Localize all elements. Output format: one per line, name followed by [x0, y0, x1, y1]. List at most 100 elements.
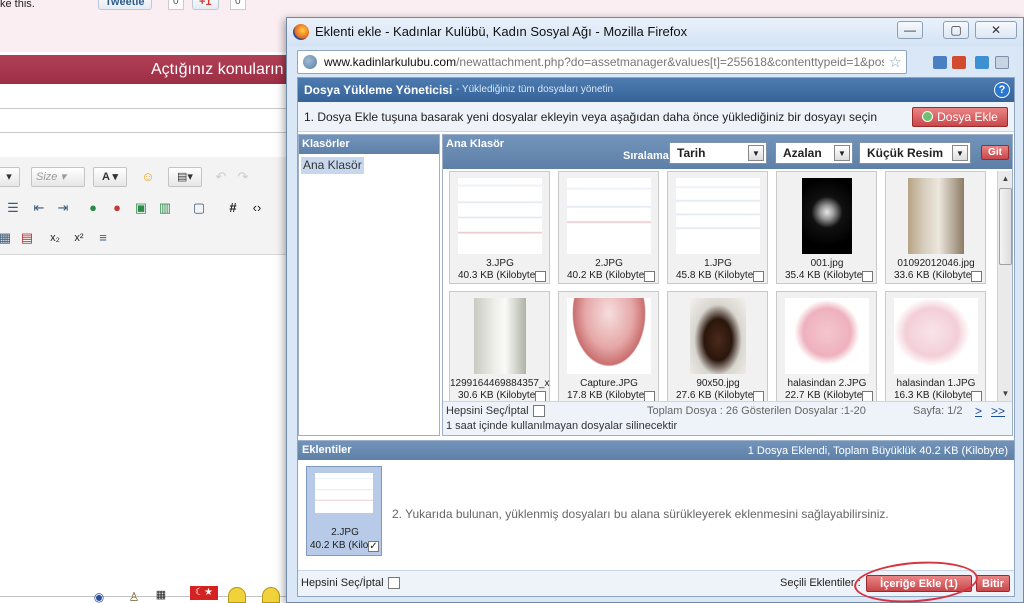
smiley-icon[interactable] — [262, 587, 280, 603]
smiley-icon[interactable]: ☺ — [139, 168, 157, 186]
addon-skype-icon[interactable] — [975, 56, 989, 69]
paste-button[interactable]: ▤▾ — [168, 167, 202, 187]
unlink-icon[interactable]: ● — [108, 199, 126, 217]
superscript-icon[interactable]: x² — [70, 229, 88, 247]
gplus-button[interactable]: +1 — [192, 0, 219, 10]
scrollbar-thumb[interactable] — [999, 188, 1012, 265]
file-checkbox[interactable] — [862, 271, 873, 282]
file-checkbox[interactable] — [535, 271, 546, 282]
bullet-list-icon[interactable]: ☰ — [4, 199, 22, 217]
file-name: 1.JPG — [704, 258, 732, 269]
file-checkbox[interactable] — [753, 271, 764, 282]
turkish-flag-icon[interactable]: ☾★ — [190, 586, 218, 600]
smiley-icon[interactable]: ◉ — [90, 588, 108, 603]
sort-field-value: Tarih — [677, 146, 706, 160]
selected-attachments-label: Seçili Eklentiler : — [780, 577, 861, 589]
file-totals: Toplam Dosya : 26 Gösterilen Dosyalar :1… — [647, 405, 866, 417]
paragraph-icon[interactable]: ≡ — [94, 229, 112, 247]
folders-panel: Klasörler Ana Klasör — [298, 134, 440, 436]
file-tile[interactable]: Capture.JPG 17.8 KB (Kilobyte — [558, 291, 659, 404]
attachment-icon[interactable]: ▤ — [18, 229, 36, 247]
url-text[interactable]: www.kadinlarkulubu.com/newattachment.php… — [324, 55, 884, 69]
file-name: halasindan 1.JPG — [896, 378, 976, 389]
file-grid-scrollbar[interactable]: ▲ ▼ — [997, 171, 1012, 401]
attached-file-checkbox[interactable]: ✓ — [368, 541, 379, 552]
file-size: 22.7 KB (Kilobyte — [785, 390, 863, 401]
file-size: 30.6 KB (Kilobyte — [458, 390, 536, 401]
quote-icon[interactable]: ▢ — [190, 199, 208, 217]
file-size: 35.4 KB (Kilobyte — [785, 270, 863, 281]
manager-subtitle: - Yüklediğiniz tüm dosyaları yönetin — [456, 84, 614, 95]
like-text: ke this. — [0, 0, 35, 10]
minimize-button[interactable]: — — [897, 21, 923, 39]
smiley-icon[interactable]: ♙ — [125, 588, 143, 603]
window-titlebar[interactable]: Eklenti ekle - Kadınlar Kulübü, Kadın So… — [287, 18, 1023, 46]
addon-window-icon[interactable] — [995, 56, 1009, 69]
gplus-label: +1 — [199, 0, 212, 8]
file-size: 45.8 KB (Kilobyte — [676, 270, 754, 281]
url-bar[interactable]: www.kadinlarkulubu.com/newattachment.php… — [297, 50, 907, 74]
smiley-icon[interactable]: ▦ — [152, 586, 170, 603]
file-grid: 3.JPG 40.3 KB (Kilobyte 2.JPG 40.2 KB (K… — [445, 171, 991, 404]
go-button[interactable]: Git — [981, 145, 1009, 160]
font-color-button[interactable]: A ▾ — [93, 167, 127, 187]
add-file-button[interactable]: Dosya Ekle — [912, 107, 1008, 127]
view-mode-select[interactable]: Küçük Resim ▼ — [859, 142, 971, 164]
table-icon[interactable]: ▦ — [0, 229, 14, 247]
file-tile[interactable]: halasindan 2.JPG 22.7 KB (Kilobyte — [776, 291, 877, 404]
sort-order-select[interactable]: Azalan ▼ — [775, 142, 853, 164]
file-checkbox[interactable] — [644, 271, 655, 282]
smiley-icon[interactable] — [228, 587, 246, 603]
select-all-checkbox[interactable] — [533, 405, 545, 417]
outdent-icon[interactable]: ⇤ — [30, 199, 48, 217]
file-tile[interactable]: halasindan 1.JPG 16.3 KB (Kilobyte — [885, 291, 986, 404]
help-icon[interactable]: ? — [994, 82, 1010, 98]
annotation-circle — [852, 557, 980, 603]
folders-header: Klasörler — [299, 135, 439, 154]
video-icon[interactable]: ▥ — [156, 199, 174, 217]
scroll-down-icon[interactable]: ▼ — [999, 387, 1012, 400]
bookmark-star-icon[interactable]: ☆ — [889, 53, 902, 71]
image-icon[interactable]: ▣ — [132, 199, 150, 217]
size-dropdown[interactable]: Size ▾ — [31, 167, 85, 187]
addon-office-icon[interactable] — [952, 56, 966, 69]
file-tile[interactable]: 1299164469884357_x.j 30.6 KB (Kilobyte — [449, 291, 550, 404]
file-size: 40.2 KB (Kilobyte — [567, 270, 645, 281]
finish-button[interactable]: Bitir — [976, 575, 1010, 592]
file-thumbnail — [908, 178, 964, 254]
attachments-title: Eklentiler — [302, 444, 352, 456]
background-header-title: Açtığınız konuların — [151, 61, 284, 78]
subscript-icon[interactable]: x₂ — [46, 229, 64, 247]
scroll-up-icon[interactable]: ▲ — [999, 172, 1012, 185]
instruction-bar: 1. Dosya Ekle tuşuna basarak yeni dosyal… — [298, 102, 1014, 132]
sort-order-value: Azalan — [783, 146, 822, 160]
link-icon[interactable]: ● — [84, 199, 102, 217]
files-panel-title: Ana Klasör — [446, 138, 505, 150]
file-thumbnail — [894, 298, 978, 374]
hash-icon[interactable]: # — [224, 199, 242, 217]
close-window-button[interactable]: ✕ — [975, 21, 1017, 39]
undo-icon[interactable]: ↶ — [212, 168, 230, 186]
file-checkbox[interactable] — [971, 271, 982, 282]
file-tile[interactable]: 2.JPG 40.2 KB (Kilobyte — [558, 171, 659, 284]
next-page-link[interactable]: > — [975, 404, 982, 418]
redo-icon[interactable]: ↷ — [234, 168, 252, 186]
file-tile[interactable]: 01092012046.jpg 33.6 KB (Kilobyte — [885, 171, 986, 284]
folder-item-main[interactable]: Ana Klasör — [301, 157, 364, 174]
attachments-select-all-checkbox[interactable] — [388, 577, 400, 589]
file-tile[interactable]: 90x50.jpg 27.6 KB (Kilobyte — [667, 291, 768, 404]
file-thumbnail — [567, 298, 651, 374]
addon-mail-icon[interactable] — [933, 56, 947, 69]
tweet-button[interactable]: Tweetle — [98, 0, 152, 10]
file-tile[interactable]: 001.jpg 35.4 KB (Kilobyte — [776, 171, 877, 284]
file-tile[interactable]: 1.JPG 45.8 KB (Kilobyte — [667, 171, 768, 284]
last-page-link[interactable]: >> — [991, 404, 1005, 418]
indent-icon[interactable]: ⇥ — [54, 199, 72, 217]
attached-file-tile[interactable]: 2.JPG 40.2 KB (Kilob ✓ — [306, 466, 382, 556]
sort-field-select[interactable]: Tarih ▼ — [669, 142, 767, 164]
file-tile[interactable]: 3.JPG 40.3 KB (Kilobyte — [449, 171, 550, 284]
maximize-button[interactable]: ▢ — [943, 21, 969, 39]
code-icon[interactable]: ‹› — [248, 199, 266, 217]
font-dropdown[interactable]: ▾ — [0, 167, 20, 187]
file-size: 16.3 KB (Kilobyte — [894, 390, 972, 401]
